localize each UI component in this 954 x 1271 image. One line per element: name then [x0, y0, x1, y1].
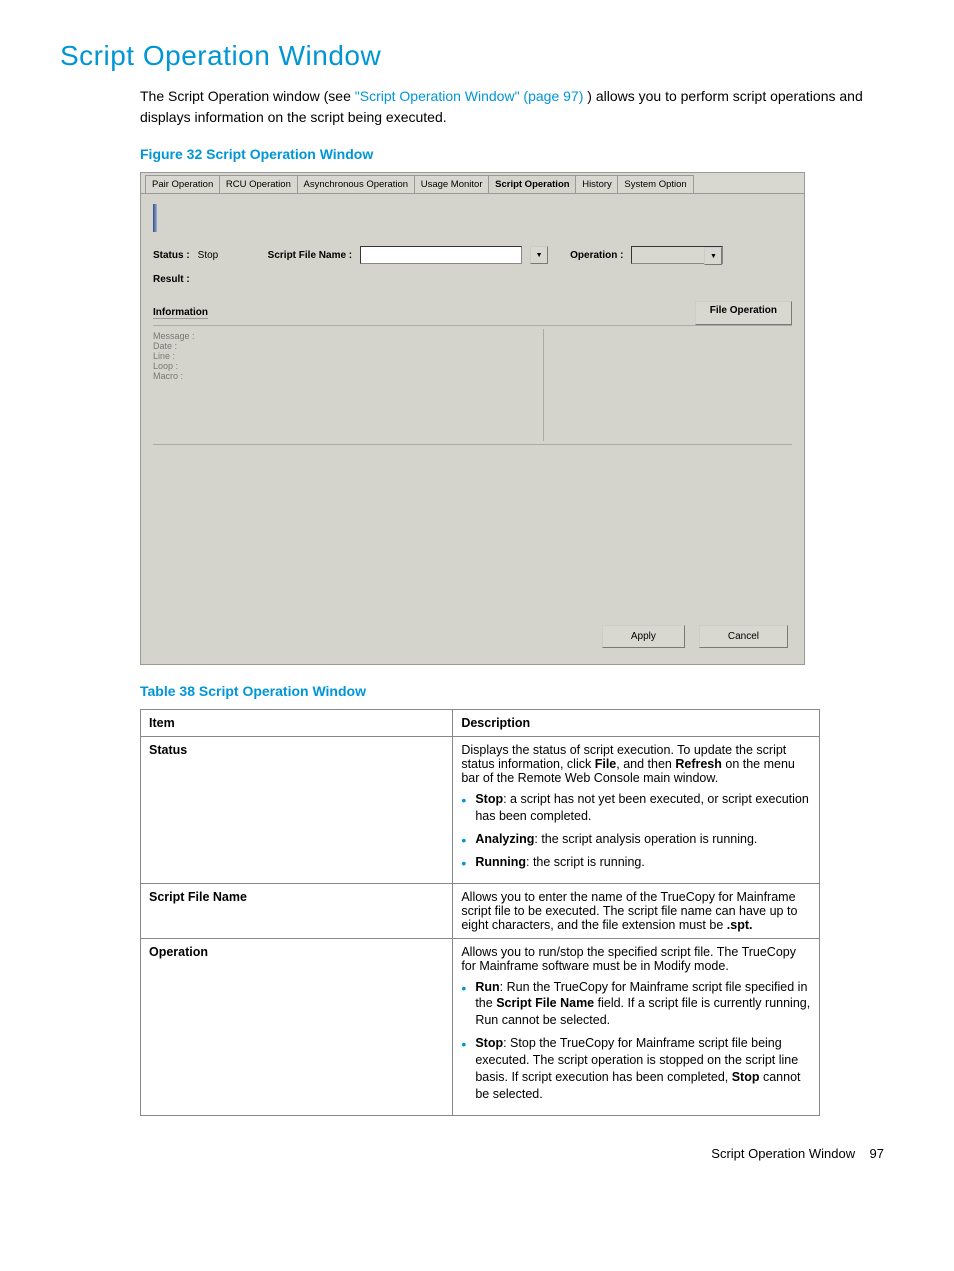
list-item: Running: the script is running. [461, 854, 811, 871]
bold-run: Run [475, 980, 499, 994]
bold-refresh: Refresh [675, 757, 722, 771]
bold-stop: Stop [475, 792, 503, 806]
text: Allows you to run/stop the specified scr… [461, 945, 796, 973]
tab-bar: Pair Operation RCU Operation Asynchronou… [141, 173, 804, 194]
intro-paragraph: The Script Operation window (see "Script… [140, 86, 894, 128]
footer-title: Script Operation Window [711, 1146, 855, 1161]
screenshot-body: Status : Stop Script File Name : ▼ Opera… [141, 194, 804, 664]
operation-dropdown[interactable]: ▼ [631, 246, 723, 264]
tab-script-operation[interactable]: Script Operation [488, 175, 576, 193]
table-header-description: Description [453, 710, 820, 737]
page-title: Script Operation Window [60, 40, 894, 72]
script-file-name-label: Script File Name : [268, 250, 352, 261]
bottom-button-row: Apply Cancel [602, 625, 788, 648]
table-row: Status Displays the status of script exe… [141, 737, 820, 884]
list-item: Stop: a script has not yet been executed… [461, 791, 811, 825]
table-header-row: Item Description [141, 710, 820, 737]
info-line-loop: Loop : [153, 361, 543, 371]
table-header-item: Item [141, 710, 453, 737]
text: : a script has not yet been executed, or… [475, 792, 809, 823]
info-line-line: Line : [153, 351, 543, 361]
row-item-operation: Operation [149, 945, 208, 959]
information-text-area: Message : Date : Line : Loop : Macro : [153, 329, 544, 441]
status-label: Status : [153, 250, 190, 261]
information-label: Information [153, 307, 208, 319]
bold-stop-word: Stop [732, 1070, 760, 1084]
bold-running: Running [475, 855, 526, 869]
row-desc-sfn: Allows you to enter the name of the True… [453, 883, 820, 938]
information-panel: Message : Date : Line : Loop : Macro : [153, 325, 792, 445]
bold-sfn-field: Script File Name [496, 996, 594, 1010]
operation-label: Operation : [570, 250, 623, 261]
cancel-button[interactable]: Cancel [699, 625, 788, 648]
file-operation-button[interactable]: File Operation [695, 301, 792, 325]
bold-analyzing: Analyzing [475, 832, 534, 846]
info-line-date: Date : [153, 341, 543, 351]
row-item-sfn: Script File Name [149, 890, 247, 904]
script-file-dropdown-arrow[interactable]: ▼ [530, 246, 548, 264]
script-file-name-input[interactable] [360, 246, 522, 264]
row-desc-operation: Allows you to run/stop the specified scr… [453, 938, 820, 1115]
tab-system-option[interactable]: System Option [617, 175, 693, 193]
row-item-status: Status [149, 743, 187, 757]
list-item: Run: Run the TrueCopy for Mainframe scri… [461, 979, 811, 1030]
list-item: Analyzing: the script analysis operation… [461, 831, 811, 848]
info-line-macro: Macro : [153, 371, 543, 381]
page-footer: Script Operation Window 97 [60, 1146, 894, 1161]
description-table: Item Description Status Displays the sta… [140, 709, 820, 1116]
intro-crossref-link[interactable]: "Script Operation Window" (page 97) [355, 88, 584, 104]
operation-dropdown-arrow[interactable]: ▼ [704, 247, 722, 265]
row-desc-status: Displays the status of script execution.… [453, 737, 820, 884]
text: : the script is running. [526, 855, 645, 869]
tab-history[interactable]: History [575, 175, 619, 193]
tab-pair-operation[interactable]: Pair Operation [145, 175, 220, 193]
bold-file: File [595, 757, 617, 771]
intro-text-pre: The Script Operation window (see [140, 88, 355, 104]
figure-caption: Figure 32 Script Operation Window [140, 146, 894, 162]
screenshot-panel: Pair Operation RCU Operation Asynchronou… [140, 172, 805, 665]
bold-spt: .spt. [727, 918, 753, 932]
bold-stop: Stop [475, 1036, 503, 1050]
status-indicator-bar [153, 204, 157, 232]
information-right-panel [552, 329, 792, 441]
tab-async-operation[interactable]: Asynchronous Operation [297, 175, 416, 193]
text: , and then [616, 757, 675, 771]
status-value: Stop [198, 250, 242, 261]
apply-button[interactable]: Apply [602, 625, 685, 648]
list-item: Stop: Stop the TrueCopy for Mainframe sc… [461, 1035, 811, 1103]
result-label: Result : [153, 274, 792, 285]
table-row: Script File Name Allows you to enter the… [141, 883, 820, 938]
top-controls-row: Status : Stop Script File Name : ▼ Opera… [153, 246, 792, 264]
table-row: Operation Allows you to run/stop the spe… [141, 938, 820, 1115]
info-line-message: Message : [153, 331, 543, 341]
footer-page-number: 97 [870, 1146, 884, 1161]
tab-usage-monitor[interactable]: Usage Monitor [414, 175, 490, 193]
tab-rcu-operation[interactable]: RCU Operation [219, 175, 298, 193]
table-caption: Table 38 Script Operation Window [140, 683, 894, 699]
text: : the script analysis operation is runni… [534, 832, 757, 846]
